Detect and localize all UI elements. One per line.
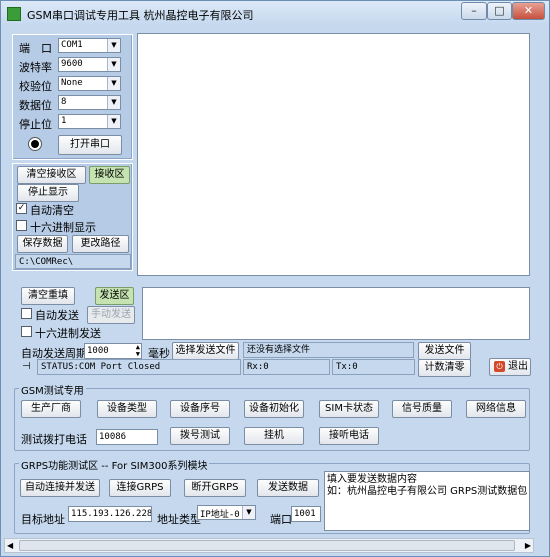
answer-call-button[interactable]: 接听电话 [319, 427, 379, 445]
gsm-device-type-button[interactable]: 设备类型 [97, 400, 157, 418]
parity-value: None [61, 78, 83, 88]
auto-send-label: 自动发送 [35, 309, 79, 322]
address-type-select[interactable]: IP地址-0 ▼ [197, 505, 256, 520]
choose-send-file-button[interactable]: 选择发送文件 [172, 342, 239, 360]
stop-display-button[interactable]: 停止显示 [17, 184, 79, 202]
exit-button[interactable]: ⏻ 退出 [489, 358, 531, 376]
grps-text-line-1: 填入要发送数据内容 [327, 474, 417, 485]
grps-port-label: 端口 [270, 513, 292, 526]
receive-area-button[interactable]: 接收区 [89, 166, 130, 184]
power-icon: ⏻ [494, 361, 505, 372]
gsm-network-info-button[interactable]: 网络信息 [466, 400, 526, 418]
auto-send-checkbox[interactable] [21, 308, 32, 319]
period-input[interactable]: 1000 ▲ ▼ [84, 343, 142, 359]
stopbits-value: 1 [61, 116, 67, 126]
ip-address-input[interactable]: 115.193.126.228 [68, 506, 152, 522]
auto-clear-label: 自动清空 [30, 204, 74, 217]
baud-label: 波特率 [19, 61, 52, 74]
connect-grps-button[interactable]: 连接GRPS [109, 479, 171, 497]
address-type-value: IP地址-0 [200, 510, 240, 520]
address-type-label: 地址类型 [157, 513, 201, 526]
count-clear-button[interactable]: 计数清零 [418, 359, 471, 377]
clear-receive-button[interactable]: 清空接收区 [17, 166, 86, 184]
baud-value: 9600 [61, 59, 83, 69]
auto-clear-checkbox[interactable]: ✓ [16, 203, 27, 214]
disconnect-grps-button[interactable]: 断开GRPS [184, 479, 246, 497]
app-window: GSM串口调试专用工具 杭州晶控电子有限公司 – □ ✕ 端 口 COM1 ▼ 波… [0, 0, 550, 557]
chevron-down-icon: ▼ [242, 506, 255, 519]
spin-arrows-icon[interactable]: ▲ ▼ [136, 344, 140, 358]
change-path-button[interactable]: 更改路径 [72, 235, 129, 253]
gsm-group-title: GSM测试专用 [19, 382, 86, 397]
chevron-down-icon: ▼ [107, 77, 120, 90]
open-port-button[interactable]: 打开串口 [58, 135, 122, 155]
send-data-button[interactable]: 发送数据 [257, 479, 319, 497]
save-data-button[interactable]: 保存数据 [17, 235, 68, 253]
parity-label: 校验位 [19, 80, 52, 93]
clear-send-button[interactable]: 清空重填 [21, 287, 75, 305]
scroll-right-icon[interactable]: ▶ [525, 539, 531, 552]
gsm-device-init-button[interactable]: 设备初始化 [244, 400, 304, 418]
pin-icon: ⊣ [22, 361, 31, 372]
grps-data-text-area[interactable]: 填入要发送数据内容 如：杭州晶控电子有限公司 GRPS测试数据包 [324, 471, 530, 531]
hex-display-label: 十六进制显示 [30, 221, 96, 234]
chevron-down-icon: ▼ [107, 96, 120, 109]
period-value: 1000 [87, 346, 109, 356]
stopbits-select[interactable]: 1 ▼ [58, 114, 121, 129]
databits-select[interactable]: 8 ▼ [58, 95, 121, 110]
stopbits-label: 停止位 [19, 118, 52, 131]
hangup-button[interactable]: 挂机 [244, 427, 304, 445]
databits-label: 数据位 [19, 99, 52, 112]
gsm-manufacturer-button[interactable]: 生产厂商 [21, 400, 81, 418]
horizontal-scrollbar[interactable]: ◀ ▶ [4, 538, 534, 553]
grps-group-title: GRPS功能测试区 -- For SIM300系列模块 [19, 457, 210, 472]
baud-select[interactable]: 9600 ▼ [58, 57, 121, 72]
rx-count-display: Rx:0 [243, 359, 330, 375]
hex-display-checkbox[interactable] [16, 220, 27, 231]
grps-text-line-2: 如：杭州晶控电子有限公司 GRPS测试数据包 [327, 486, 528, 497]
receive-text-area[interactable] [137, 33, 530, 276]
tx-count-display: Tx:0 [332, 359, 415, 375]
send-text-area[interactable] [142, 287, 530, 340]
hex-send-label: 十六进制发送 [35, 327, 101, 340]
app-icon [7, 7, 21, 21]
chevron-down-icon: ▼ [107, 115, 120, 128]
file-status-display: 还没有选择文件 [243, 342, 414, 358]
grps-port-input[interactable]: 1001 [291, 506, 321, 522]
port-select[interactable]: COM1 ▼ [58, 38, 121, 53]
send-file-button[interactable]: 发送文件 [418, 342, 471, 360]
port-value: COM1 [61, 40, 83, 50]
chevron-down-icon: ▼ [107, 39, 120, 52]
save-path-display: C:\COMRec\ [15, 254, 131, 269]
minimize-button[interactable]: – [461, 2, 487, 20]
scrollbar-thumb[interactable] [19, 540, 515, 551]
close-button[interactable]: ✕ [512, 2, 545, 20]
gsm-signal-quality-button[interactable]: 信号质量 [392, 400, 452, 418]
parity-select[interactable]: None ▼ [58, 76, 121, 91]
dial-test-button[interactable]: 拨号测试 [170, 427, 230, 445]
chevron-down-icon: ▼ [107, 58, 120, 71]
auto-connect-send-button[interactable]: 自动连接并发送 [20, 479, 100, 497]
manual-send-button[interactable]: 手动发送 [87, 306, 135, 324]
title-bar: GSM串口调试专用工具 杭州晶控电子有限公司 – □ ✕ [1, 1, 549, 27]
databits-value: 8 [61, 97, 67, 107]
window-title: GSM串口调试专用工具 杭州晶控电子有限公司 [27, 9, 254, 22]
gsm-device-serial-button[interactable]: 设备序号 [170, 400, 230, 418]
send-area-button[interactable]: 发送区 [95, 287, 134, 305]
target-address-label: 目标地址 [21, 513, 65, 526]
status-bar-text: STATUS:COM Port Closed [37, 359, 241, 375]
port-status-indicator-icon [29, 138, 41, 150]
maximize-button[interactable]: □ [487, 2, 512, 20]
scroll-left-icon[interactable]: ◀ [7, 539, 13, 552]
phone-number-input[interactable]: 10086 [96, 429, 158, 445]
port-label: 端 口 [19, 42, 52, 55]
hex-send-checkbox[interactable] [21, 326, 32, 337]
exit-label: 退出 [508, 361, 528, 372]
gsm-sim-status-button[interactable]: SIM卡状态 [319, 400, 379, 418]
test-phone-label: 测试拨打电话 [21, 433, 87, 446]
